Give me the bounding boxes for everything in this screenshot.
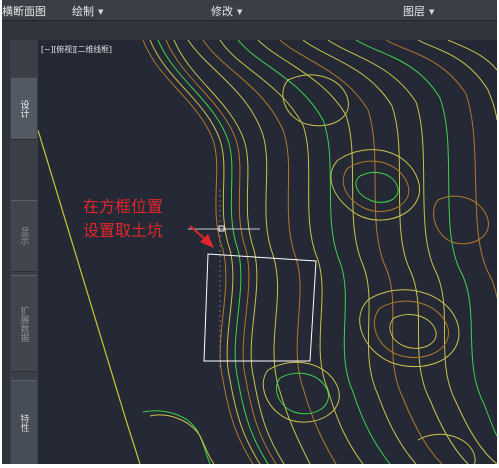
tab-design-label: 设计 [18,100,29,118]
contour-line [257,40,417,464]
menu-modify-label: 修改 [211,5,233,18]
drawing-canvas[interactable]: [−][俯视][二维线框] 在方框位置 设置取土坑 [38,40,497,464]
contour-line [149,414,215,464]
tab-display-label: 显示 [18,227,29,245]
tab-extended-data-label: 扩展数据 [18,305,29,342]
ribbon-panel-strip [2,21,497,40]
contour-line [282,74,349,127]
tab-display[interactable]: 显示 [11,200,37,272]
contour-line [237,40,391,464]
contour-line [355,172,399,203]
contour-line [276,372,329,415]
contour-line [433,195,489,245]
caret-down-icon: ▼ [429,8,435,16]
tab-extended-data[interactable]: 扩展数据 [11,275,37,372]
tab-properties[interactable]: 特性 [11,380,37,464]
contour-line [219,40,364,464]
palette-panel: 设计 显示 扩展数据 特性 [2,40,38,464]
annotation-line-2: 设置取土坑 [83,221,164,240]
menu-bar: 横断面图 绘制 ▼ 修改 ▼ 图层 ▼ [2,0,497,21]
contour-line [417,40,497,121]
menu-cross-section[interactable]: 横断面图 [2,3,46,19]
caret-down-icon: ▼ [237,8,243,16]
contour-line [373,300,449,358]
caret-down-icon: ▼ [98,8,104,16]
contour-line [389,314,437,349]
contour-line [447,40,497,71]
contour-drawing [38,40,497,464]
contour-line [157,40,269,464]
contour-line [417,433,476,464]
tab-properties-label: 特性 [18,414,29,432]
palette-grip[interactable] [2,40,10,464]
menu-cross-section-label: 横断面图 [2,5,46,18]
menu-layers[interactable]: 图层 ▼ [403,3,434,19]
contour-line [279,40,443,464]
contour-line [327,40,497,464]
menu-modify[interactable]: 修改 ▼ [211,3,242,19]
cad-window: 横断面图 绘制 ▼ 修改 ▼ 图层 ▼ 设计 显示 扩展数据 特性 [−][俯视… [2,0,497,464]
boundary-line [38,129,141,464]
contour-lines [142,40,497,464]
contour-line [202,40,337,464]
viewport-controls-label[interactable]: [−][俯视][二维线框] [41,44,112,55]
menu-layers-label: 图层 [403,5,425,18]
menu-draw-label: 绘制 [72,5,94,18]
tab-design[interactable]: 设计 [11,78,37,140]
annotation-callout: 在方框位置 设置取土坑 [83,195,163,243]
contour-line [142,410,211,464]
arrow-icon [189,225,207,241]
contour-line [149,40,261,464]
annotation-line-1: 在方框位置 [83,197,164,216]
contour-line [165,40,277,464]
menu-draw[interactable]: 绘制 ▼ [72,3,103,19]
